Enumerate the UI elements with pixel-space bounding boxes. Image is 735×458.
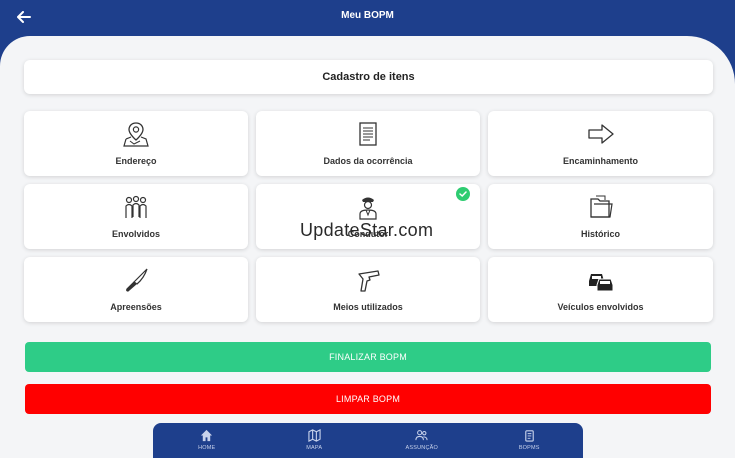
tile-endereco[interactable]: Endereço <box>24 111 248 176</box>
content-sheet: Cadastro de itens Endereço Dados da ocor… <box>0 36 735 458</box>
tile-encaminhamento[interactable]: Encaminhamento <box>488 111 713 176</box>
arrow-right-icon <box>587 124 614 144</box>
tile-label: Apreensões <box>110 302 162 312</box>
page-title: Meu BOPM <box>341 10 394 21</box>
tile-label: Encaminhamento <box>562 156 638 166</box>
nav-bopms[interactable]: BOPMS <box>489 423 569 451</box>
knife-icon <box>126 268 148 292</box>
users-icon <box>415 430 428 441</box>
cars-icon <box>588 274 613 292</box>
tile-veiculos-envolvidos[interactable]: Veículos envolvidos <box>488 257 713 322</box>
tile-label: Endereço <box>115 156 157 166</box>
tile-condutor[interactable]: Condutor <box>256 184 480 249</box>
nav-label: BOPMS <box>518 445 540 451</box>
gun-icon <box>358 270 380 292</box>
map-pin-icon <box>123 122 149 147</box>
tile-label: Veículos envolvidos <box>557 302 644 312</box>
nav-mapa[interactable]: MAPA <box>274 423 354 451</box>
nav-label: HOME <box>198 445 216 451</box>
completed-check-icon <box>456 187 470 201</box>
clipboard-icon <box>524 430 534 442</box>
section-header: Cadastro de itens <box>24 60 713 94</box>
bottom-navigation: HOME MAPA ASSUNÇÃO BOPMS <box>153 423 583 458</box>
tile-label: Meios utilizados <box>333 302 403 312</box>
tile-label: Histórico <box>580 229 620 239</box>
item-grid: Endereço Dados da ocorrência Encaminhame… <box>24 111 713 322</box>
tile-historico[interactable]: Histórico <box>488 184 713 249</box>
people-group-icon <box>125 195 147 218</box>
map-icon <box>308 429 321 442</box>
tile-label: Dados da ocorrência <box>323 156 413 166</box>
finalize-bopm-button[interactable]: FINALIZAR BOPM <box>25 342 711 372</box>
section-title: Cadastro de itens <box>322 71 415 83</box>
tile-meios-utilizados[interactable]: Meios utilizados <box>256 257 480 322</box>
nav-assuncao[interactable]: ASSUNÇÃO <box>382 423 462 451</box>
tile-apreensoes[interactable]: Apreensões <box>24 257 248 322</box>
tile-envolvidos[interactable]: Envolvidos <box>24 184 248 249</box>
clear-bopm-button[interactable]: LIMPAR BOPM <box>25 384 711 414</box>
police-officer-icon <box>359 197 377 220</box>
nav-label: ASSUNÇÃO <box>405 445 438 451</box>
nav-home[interactable]: HOME <box>167 423 247 451</box>
tile-label: Condutor <box>347 229 389 239</box>
tile-dados-ocorrencia[interactable]: Dados da ocorrência <box>256 111 480 176</box>
document-icon <box>359 122 377 146</box>
nav-label: MAPA <box>306 445 323 451</box>
home-icon <box>201 429 213 442</box>
top-app-bar: Meu BOPM <box>0 0 735 36</box>
folder-icon <box>589 195 613 218</box>
tile-label: Envolvidos <box>111 229 160 239</box>
